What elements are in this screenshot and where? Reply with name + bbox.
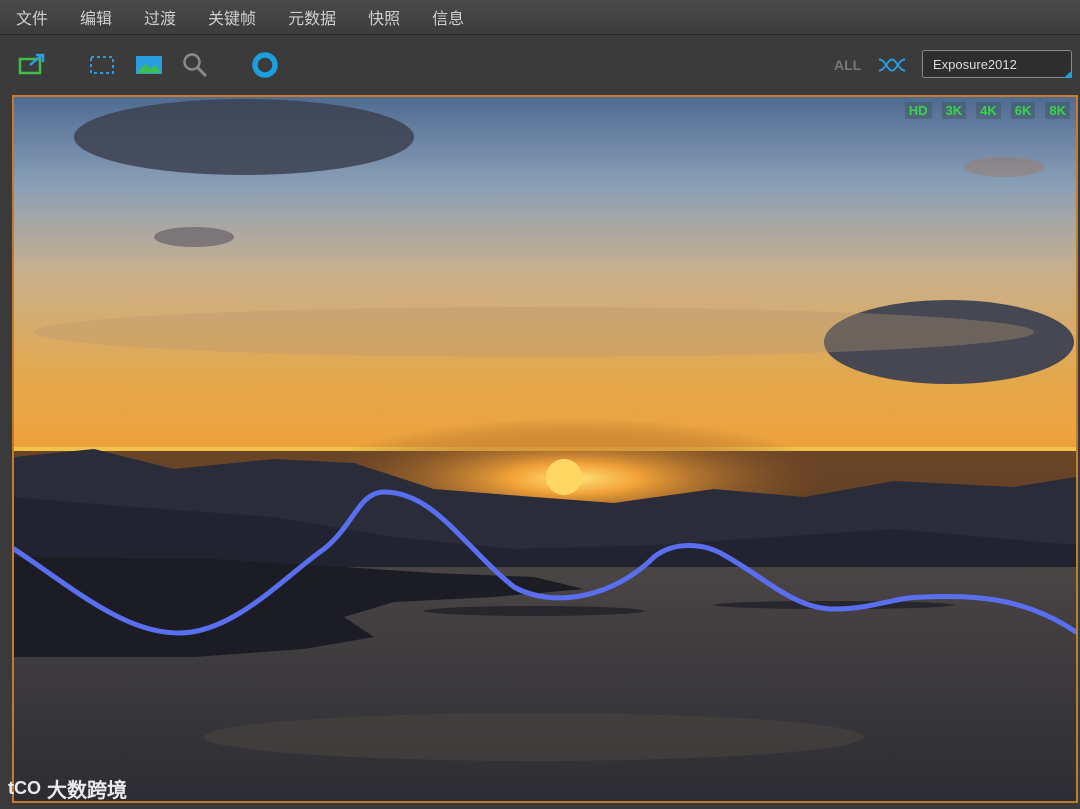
all-toggle[interactable]: ALL <box>834 57 861 73</box>
res-hd[interactable]: HD <box>904 102 932 119</box>
toolbar: ALL <box>0 35 1080 93</box>
preview-image <box>14 97 1076 801</box>
image-icon[interactable] <box>135 51 163 79</box>
field-resize-corner <box>1064 70 1072 78</box>
res-3k[interactable]: 3K <box>941 102 967 119</box>
parameter-field[interactable] <box>922 50 1072 78</box>
parameter-input[interactable] <box>923 51 1071 77</box>
watermark: tCO 大数跨境 <box>8 774 127 803</box>
marquee-select-icon[interactable] <box>88 51 116 79</box>
res-8k[interactable]: 8K <box>1045 102 1070 119</box>
menu-bar: 文件 编辑 过渡 关键帧 元数据 快照 信息 <box>0 0 1080 35</box>
res-4k[interactable]: 4K <box>976 102 1001 119</box>
image-viewer[interactable]: HD 3K 4K 6K 8K <box>12 95 1078 803</box>
res-6k[interactable]: 6K <box>1010 102 1036 119</box>
watermark-text: 大数跨境 <box>47 778 127 802</box>
menu-transition[interactable]: 过渡 <box>144 5 176 29</box>
menu-keyframe[interactable]: 关键帧 <box>208 5 256 29</box>
menu-info[interactable]: 信息 <box>432 5 464 29</box>
watermark-logo: tCO <box>8 778 41 798</box>
magnifier-icon[interactable] <box>181 51 209 79</box>
export-icon[interactable] <box>18 51 46 79</box>
menu-file[interactable]: 文件 <box>16 5 48 29</box>
keyframe-circle-icon[interactable] <box>251 51 279 79</box>
menu-metadata[interactable]: 元数据 <box>288 5 336 29</box>
menu-snapshot[interactable]: 快照 <box>368 5 400 29</box>
resolution-badges: HD 3K 4K 6K 8K <box>895 102 1070 119</box>
curve-toggle-icon[interactable] <box>878 51 906 79</box>
menu-edit[interactable]: 编辑 <box>80 5 112 29</box>
